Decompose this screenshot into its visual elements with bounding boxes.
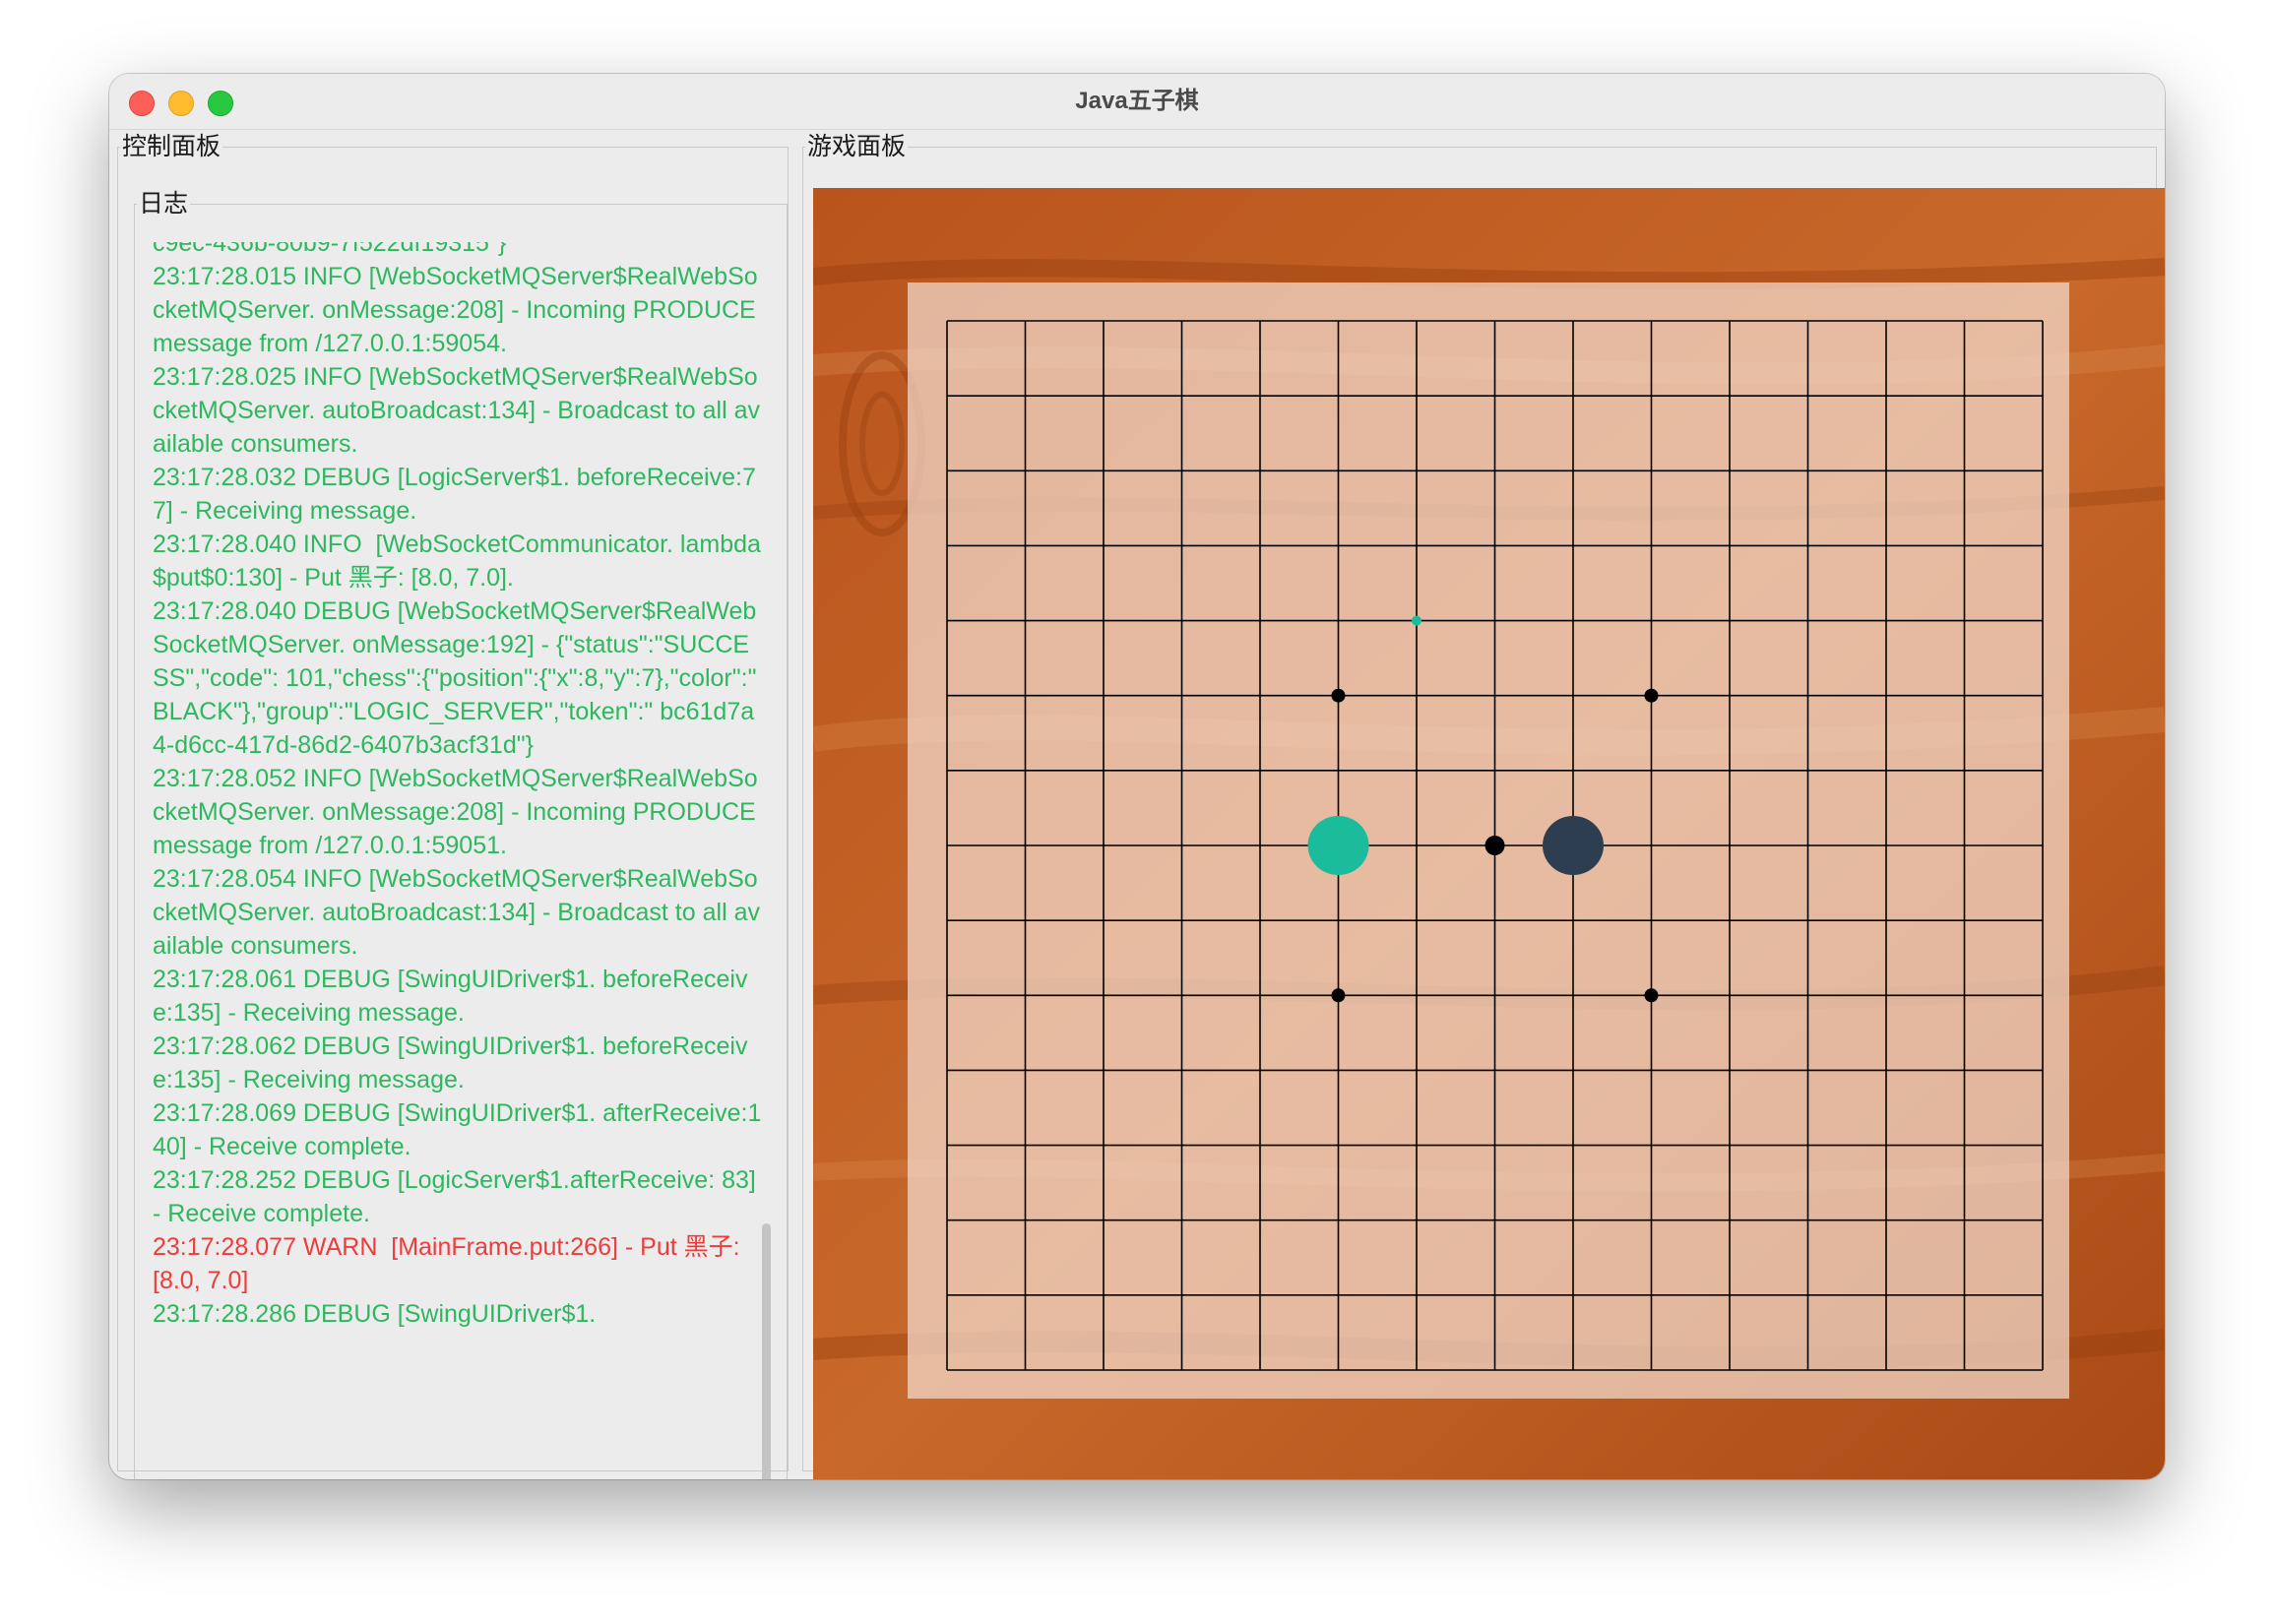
- log-line: c9ec-436b-80b9-7f522df19315"}: [153, 242, 507, 257]
- app-window: Java五子棋 控制面板 日志 c9ec-436b-80b9-7f522df19…: [109, 74, 2165, 1479]
- log-line: 23:17:28.061 DEBUG [SwingUIDriver$1. bef…: [153, 966, 748, 1027]
- stone-dark: [1543, 816, 1604, 875]
- title-bar[interactable]: Java五子棋: [109, 74, 2165, 130]
- game-panel-title: 游戏面板: [807, 133, 907, 160]
- placed-marker: [1484, 836, 1505, 855]
- log-panel-title: 日志: [139, 190, 189, 218]
- log-line: 23:17:28.025 INFO [WebSocketMQServer$Rea…: [153, 363, 760, 458]
- log-line: 23:17:28.077 WARN [MainFrame.put:266] - …: [153, 1233, 747, 1294]
- stone-green: [1307, 816, 1369, 875]
- log-line: 23:17:28.252 DEBUG [LogicServer$1.afterR…: [153, 1166, 763, 1227]
- log-text-area[interactable]: c9ec-436b-80b9-7f522df19315"} 23:17:28.01…: [143, 242, 773, 1479]
- log-line: 23:17:28.032 DEBUG [LogicServer$1. befor…: [153, 464, 756, 525]
- window-title: Java五子棋: [1075, 88, 1199, 114]
- log-line: 23:17:28.040 DEBUG [WebSocketMQServer$Re…: [153, 597, 764, 759]
- log-content: c9ec-436b-80b9-7f522df19315"} 23:17:28.01…: [153, 242, 763, 1331]
- star-point: [1644, 688, 1659, 703]
- star-point: [1644, 988, 1659, 1003]
- hover-marker: [1412, 615, 1421, 626]
- game-panel: 游戏面板: [802, 133, 2165, 1479]
- log-line: 23:17:28.069 DEBUG [SwingUIDriver$1. aft…: [153, 1099, 762, 1160]
- log-line: 23:17:28.062 DEBUG [SwingUIDriver$1. bef…: [153, 1032, 748, 1093]
- star-point: [1331, 988, 1346, 1003]
- log-line: 23:17:28.015 INFO [WebSocketMQServer$Rea…: [153, 263, 763, 357]
- log-line: 23:17:28.286 DEBUG [SwingUIDriver$1.: [153, 1300, 597, 1328]
- log-line: 23:17:28.052 INFO [WebSocketMQServer$Rea…: [153, 765, 763, 859]
- board-canvas[interactable]: [813, 188, 2165, 1479]
- log-line: 23:17:28.054 INFO [WebSocketMQServer$Rea…: [153, 865, 760, 960]
- log-line: 23:17:28.040 INFO [WebSocketCommunicator…: [153, 531, 761, 592]
- log-scrollbar[interactable]: [762, 1223, 771, 1479]
- board-svg[interactable]: [813, 188, 2165, 1479]
- log-panel: 日志 c9ec-436b-80b9-7f522df19315"} 23:17:28…: [134, 190, 788, 1479]
- control-panel: 控制面板 日志 c9ec-436b-80b9-7f522df19315"} 23:…: [117, 133, 789, 1479]
- control-panel-title: 控制面板: [122, 133, 221, 160]
- star-point: [1331, 688, 1346, 703]
